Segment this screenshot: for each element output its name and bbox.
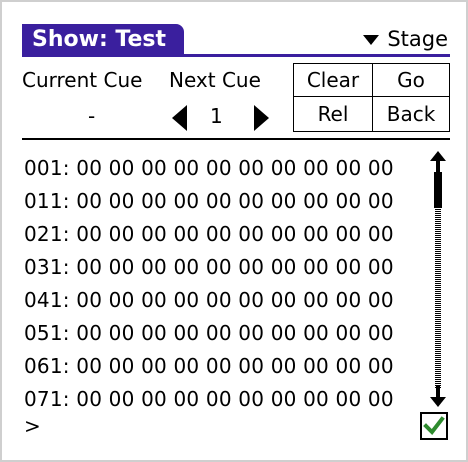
divider bbox=[22, 138, 450, 140]
channel-row: 041: 00 00 00 00 00 00 00 00 00 00 bbox=[24, 288, 394, 312]
channel-row: 051: 00 00 00 00 00 00 00 00 00 00 bbox=[24, 321, 394, 345]
scroll-track[interactable] bbox=[435, 208, 441, 388]
command-prompt[interactable]: > bbox=[24, 414, 41, 438]
channel-row: 021: 00 00 00 00 00 00 00 00 00 00 bbox=[24, 222, 394, 246]
checkmark-icon bbox=[423, 416, 445, 436]
next-cue-value: 1 bbox=[210, 104, 223, 128]
form-title: Show: Test bbox=[22, 24, 185, 56]
back-button[interactable]: Back bbox=[372, 96, 450, 132]
channel-row: 031: 00 00 00 00 00 00 00 00 00 00 bbox=[24, 255, 394, 279]
scroll-down-arrow-icon[interactable] bbox=[429, 386, 447, 408]
dropdown-triangle-icon bbox=[363, 35, 380, 45]
rel-button[interactable]: Rel bbox=[293, 96, 373, 132]
clear-button[interactable]: Clear bbox=[293, 63, 373, 97]
channel-row: 061: 00 00 00 00 00 00 00 00 00 00 bbox=[24, 354, 394, 378]
current-cue-value: - bbox=[88, 104, 96, 128]
channel-row: 011: 00 00 00 00 00 00 00 00 00 00 bbox=[24, 189, 394, 213]
palm-screen: Show: Test Stage Current Cue Next Cue - … bbox=[0, 0, 468, 462]
title-bar: Show: Test Stage bbox=[22, 24, 450, 58]
scroll-up-arrow-icon[interactable] bbox=[429, 150, 447, 172]
next-cue-label: Next Cue bbox=[169, 68, 261, 92]
left-arrow-icon[interactable] bbox=[172, 105, 187, 131]
title-underline bbox=[22, 54, 450, 57]
go-button[interactable]: Go bbox=[372, 63, 450, 97]
category-selector[interactable]: Stage bbox=[363, 24, 448, 54]
channel-list: 001: 00 00 00 00 00 00 00 00 00 00 011: … bbox=[24, 152, 394, 416]
scrollbar[interactable] bbox=[429, 150, 447, 408]
confirm-checkbox[interactable] bbox=[420, 412, 448, 440]
category-label: Stage bbox=[387, 27, 448, 51]
current-cue-label: Current Cue bbox=[22, 68, 143, 92]
channel-row: 001: 00 00 00 00 00 00 00 00 00 00 bbox=[24, 156, 394, 180]
channel-row: 071: 00 00 00 00 00 00 00 00 00 00 bbox=[24, 387, 394, 411]
right-arrow-icon[interactable] bbox=[254, 105, 269, 131]
scroll-thumb[interactable] bbox=[434, 172, 442, 208]
